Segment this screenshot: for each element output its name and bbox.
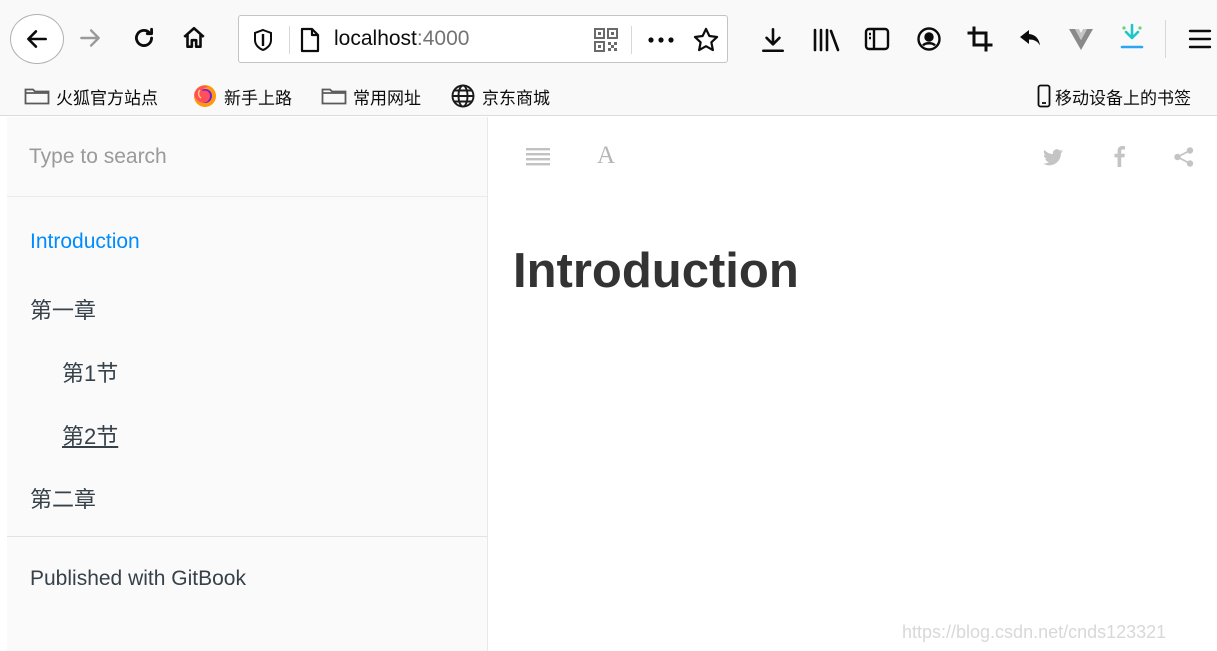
bookmark-common-sites[interactable]: 常用网址 [321,76,421,116]
book-header: A [489,117,1217,197]
search-input[interactable] [29,139,469,175]
hamburger-icon [526,148,550,166]
reload-icon [135,27,153,47]
twitter-icon [1043,148,1063,165]
toc-item-chapter-1[interactable]: 第一章 [30,293,96,325]
watermark: https://blog.csdn.net/cnds123321 [902,622,1167,642]
vue-devtools-icon[interactable] [1068,27,1094,51]
bookmark-jd-mall[interactable]: 京东商城 [450,76,550,116]
book-summary-sidebar: Introduction 第一章 第1节 第2节 第二章 Published w… [7,117,488,651]
share-icon [1174,147,1194,167]
share-button[interactable] [1171,145,1197,169]
download-icon[interactable] [760,26,786,54]
toc-item-introduction[interactable]: Introduction [30,230,140,254]
page-title: Introduction [513,244,799,298]
sidebar-toggle-icon[interactable] [864,27,890,51]
more-actions-icon[interactable] [647,36,675,44]
menu-icon[interactable] [1188,28,1212,50]
bookmark-getting-started[interactable]: 新手上路 [192,76,292,116]
toolbar-divider [1165,20,1166,58]
undo-icon[interactable] [1018,27,1044,51]
bookmark-firefox-official[interactable]: 火狐官方站点 [24,76,158,116]
reload-button[interactable] [128,22,160,54]
toc-item-section-1[interactable]: 第1节 [62,356,118,388]
search-box [7,117,487,197]
published-with-gitbook-link[interactable]: Published with GitBook [30,567,246,591]
facebook-icon [1114,145,1125,167]
toc-divider [7,536,487,537]
shield-icon [254,28,272,52]
library-icon[interactable] [812,27,840,53]
arrow-right-icon [80,29,100,47]
back-button[interactable] [10,14,64,64]
mobile-bookmarks[interactable]: 移动设备上的书签 [1037,76,1191,116]
browser-toolbar: localhost:4000 [0,0,1217,76]
font-settings-button[interactable]: A [597,142,615,170]
globe-icon [451,84,475,108]
crop-icon[interactable] [967,26,993,52]
page-icon [300,27,320,53]
url-text[interactable]: localhost:4000 [334,27,469,51]
folder-icon [24,88,50,105]
mobile-bookmarks-label: 移动设备上的书签 [1055,88,1191,108]
bookmark-label: 常用网址 [353,88,421,108]
toggle-sidebar-button[interactable] [525,145,551,167]
toc-item-chapter-2[interactable]: 第二章 [30,482,96,514]
bookmark-label: 新手上路 [224,88,292,108]
urlbar-divider [289,26,290,54]
arrow-left-icon [27,30,47,48]
url-port: :4000 [416,27,470,50]
url-bar[interactable]: localhost:4000 [238,15,728,63]
toc-item-section-2[interactable]: 第2节 [62,419,118,451]
bookmark-label: 火狐官方站点 [56,88,158,108]
bookmark-label: 京东商城 [482,88,550,108]
folder-icon [321,88,347,105]
mobile-device-icon [1037,84,1051,108]
facebook-share-button[interactable] [1109,143,1129,169]
urlbar-divider-right [631,26,632,54]
bookmarks-bar: 火狐官方站点 新手上路 常用网址 京东商城 移动设备上的书签 [0,76,1217,116]
home-icon [183,26,205,48]
firefox-icon [194,85,216,107]
qr-code-icon[interactable] [594,28,618,52]
twitter-share-button[interactable] [1041,145,1065,169]
star-icon[interactable] [692,26,720,54]
home-button[interactable] [178,22,210,54]
account-icon[interactable] [916,26,942,52]
forward-button[interactable] [74,22,106,54]
url-host: localhost [334,27,417,50]
download-extension-icon[interactable] [1118,22,1146,52]
